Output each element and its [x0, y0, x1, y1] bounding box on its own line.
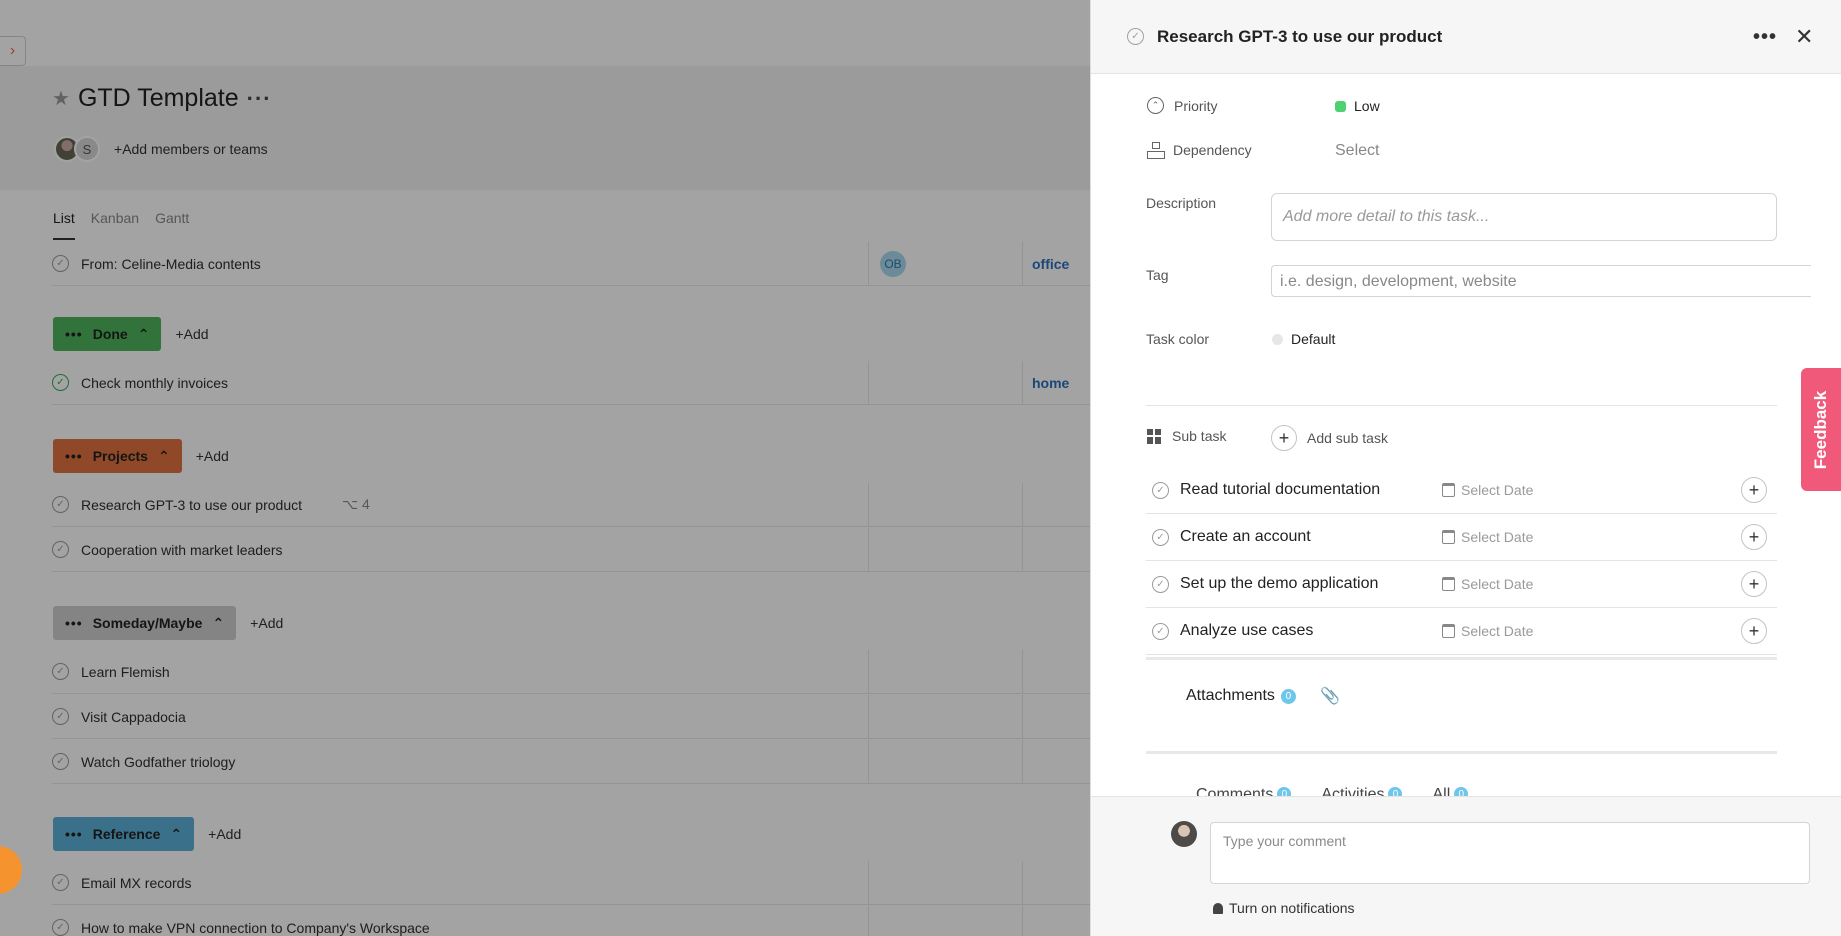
subtask-row[interactable]: ✓ Analyze use cases Select Date +: [1146, 608, 1777, 655]
comment-composer: Type your comment Turn on notifications: [1091, 796, 1841, 936]
grid-icon: [1147, 428, 1162, 444]
dependency-select[interactable]: Select: [1335, 142, 1379, 160]
date-picker[interactable]: Select Date: [1442, 482, 1533, 498]
subtask-name[interactable]: Create an account: [1180, 528, 1311, 546]
color-swatch: [1272, 333, 1283, 345]
subtask-row[interactable]: ✓ Read tutorial documentation Select Dat…: [1146, 467, 1777, 514]
add-icon[interactable]: +: [1741, 618, 1767, 644]
check-icon[interactable]: ✓: [1152, 528, 1169, 546]
bell-icon: [1213, 902, 1223, 914]
divider: [1146, 657, 1777, 660]
attachments-count: 0: [1280, 688, 1296, 704]
divider: [1146, 405, 1777, 406]
description-label: Description: [1146, 195, 1217, 211]
check-icon[interactable]: ✓: [1152, 481, 1169, 499]
hierarchy-icon: [1147, 142, 1165, 159]
task-detail-panel: ✓ Research GPT-3 to use our product ••• …: [1090, 0, 1841, 936]
date-picker[interactable]: Select Date: [1442, 623, 1533, 639]
date-picker[interactable]: Select Date: [1442, 576, 1533, 592]
tab-comments[interactable]: Comments 0: [1196, 787, 1292, 796]
add-subtask-button[interactable]: + Add sub task: [1271, 425, 1388, 451]
check-icon[interactable]: ✓: [1152, 622, 1169, 640]
subtask-row[interactable]: ✓ Create an account Select Date +: [1146, 514, 1777, 561]
paperclip-icon[interactable]: 📎: [1320, 686, 1340, 706]
close-icon[interactable]: ✕: [1795, 24, 1813, 50]
priority-label: ⌃ Priority: [1147, 97, 1218, 114]
activity-tabs: Comments 0 Activities 0 All 0: [1196, 787, 1469, 796]
task-title[interactable]: Research GPT-3 to use our product: [1157, 27, 1442, 47]
task-color-select[interactable]: Default: [1272, 331, 1335, 347]
priority-icon: ⌃: [1147, 97, 1164, 114]
date-picker[interactable]: Select Date: [1442, 529, 1533, 545]
feedback-button[interactable]: Feedback: [1801, 368, 1841, 491]
priority-dot: [1335, 100, 1346, 112]
subtask-name[interactable]: Read tutorial documentation: [1180, 481, 1380, 499]
tab-all[interactable]: All 0: [1432, 787, 1469, 796]
avatar: [1171, 821, 1197, 847]
tag-input[interactable]: i.e. design, development, website: [1271, 265, 1811, 297]
calendar-icon: [1442, 624, 1455, 638]
comment-input[interactable]: Type your comment: [1210, 822, 1810, 884]
attachments-header: Attachments 0 📎: [1186, 686, 1340, 706]
notifications-toggle[interactable]: Turn on notifications: [1213, 900, 1355, 916]
dependency-label: Dependency: [1147, 142, 1252, 159]
tab-activities[interactable]: Activities 0: [1321, 787, 1403, 796]
add-icon[interactable]: +: [1741, 571, 1767, 597]
more-options-icon[interactable]: •••: [1753, 26, 1777, 49]
subtask-name[interactable]: Analyze use cases: [1180, 622, 1313, 640]
panel-header: ✓ Research GPT-3 to use our product ••• …: [1091, 0, 1841, 74]
complete-task-icon[interactable]: ✓: [1127, 28, 1144, 45]
divider: [1146, 751, 1777, 754]
add-icon[interactable]: +: [1741, 477, 1767, 503]
subtask-row[interactable]: ✓ Set up the demo application Select Dat…: [1146, 561, 1777, 608]
calendar-icon: [1442, 577, 1455, 591]
description-input[interactable]: Add more detail to this task...: [1271, 193, 1777, 241]
tag-label: Tag: [1146, 267, 1169, 283]
plus-icon[interactable]: +: [1271, 425, 1297, 451]
add-icon[interactable]: +: [1741, 524, 1767, 550]
calendar-icon: [1442, 530, 1455, 544]
task-color-label: Task color: [1146, 331, 1210, 347]
subtask-label: Sub task: [1147, 428, 1226, 444]
modal-backdrop[interactable]: [0, 0, 1090, 936]
subtask-name[interactable]: Set up the demo application: [1180, 575, 1378, 593]
check-icon[interactable]: ✓: [1152, 575, 1169, 593]
priority-select[interactable]: Low: [1335, 98, 1380, 114]
calendar-icon: [1442, 483, 1455, 497]
